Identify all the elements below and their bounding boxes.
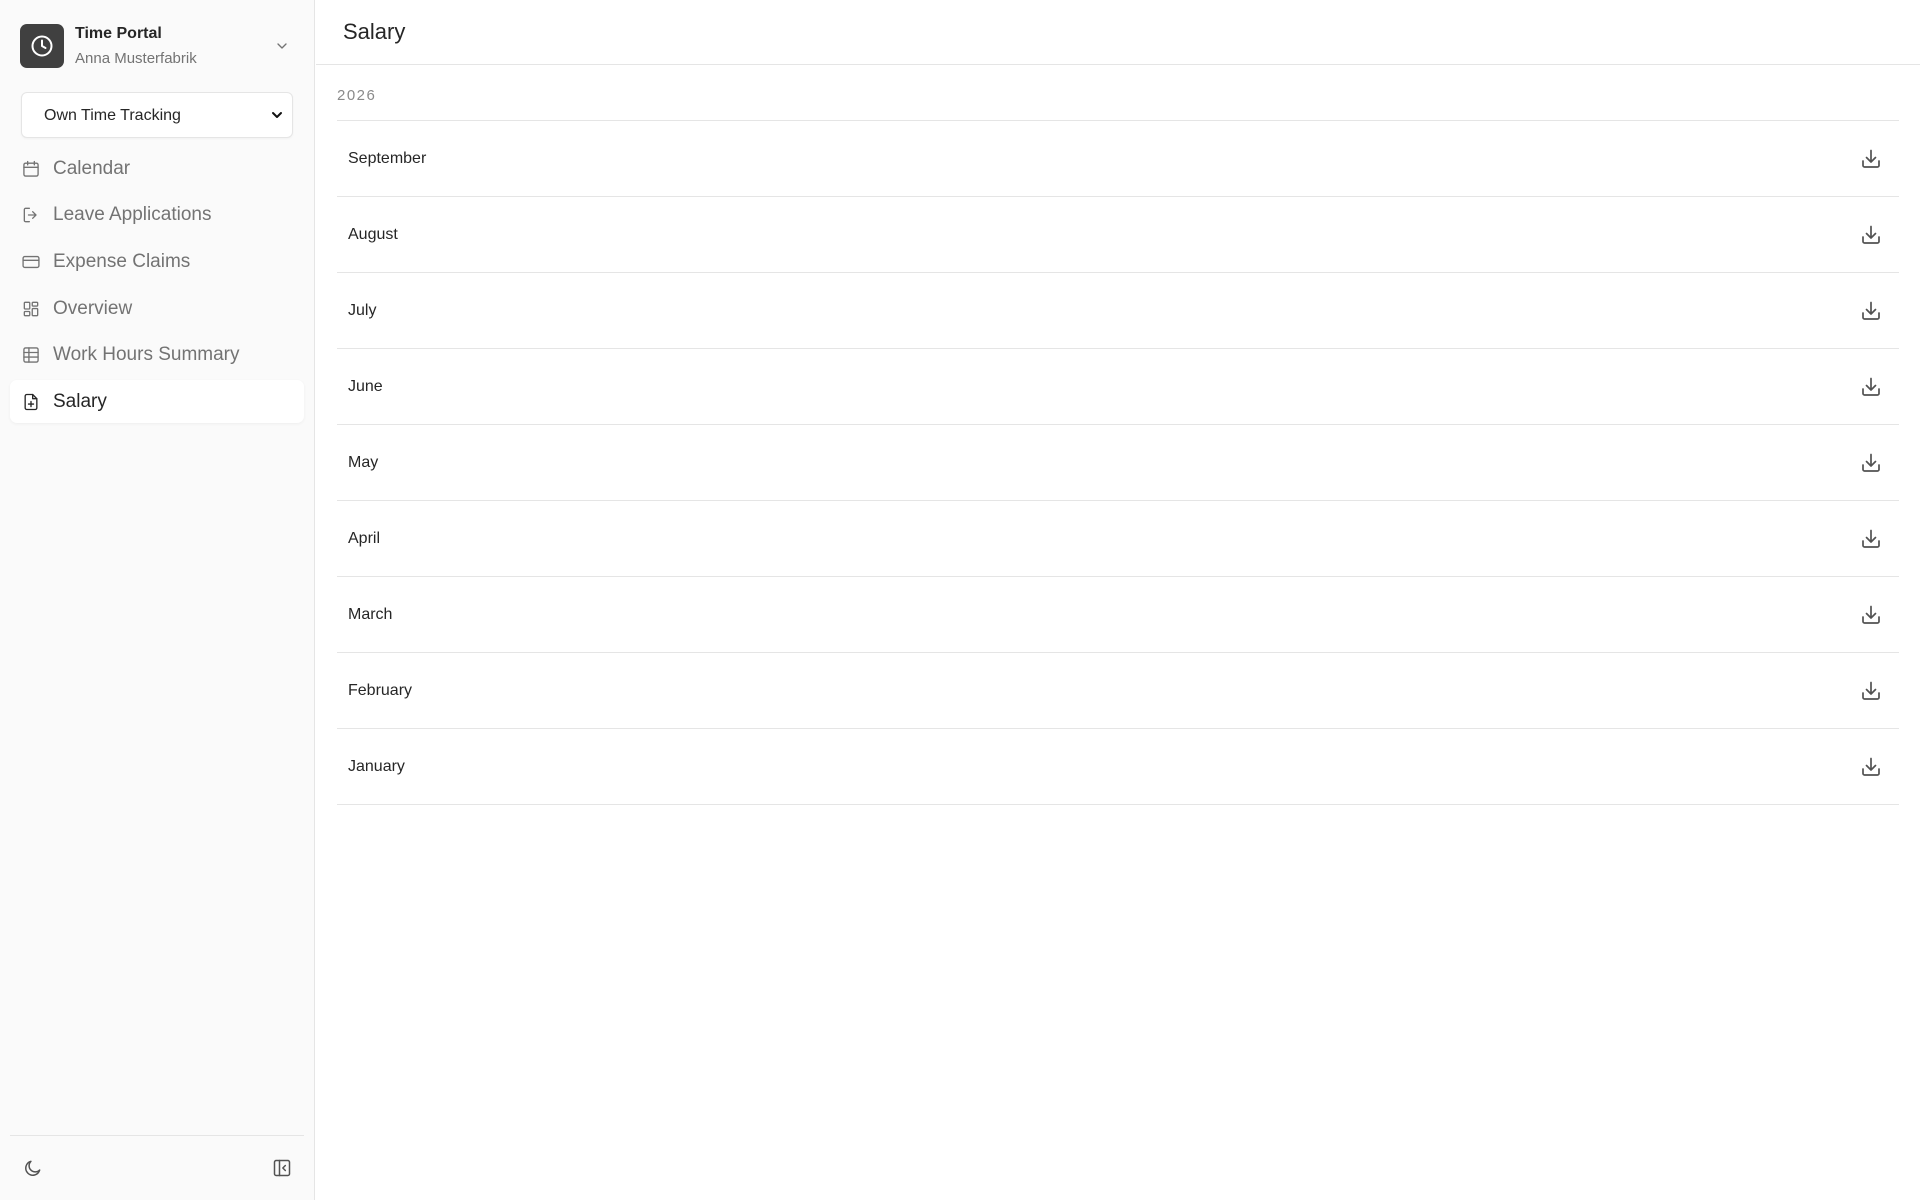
- month-label: June: [348, 377, 383, 395]
- sidebar-item-leave-applications[interactable]: Leave Applications: [10, 194, 304, 237]
- month-label: May: [348, 453, 379, 471]
- salary-list: 2026 September August July June May April Marc…: [337, 65, 1899, 805]
- month-label: August: [348, 225, 398, 243]
- sidebar: Time Portal Anna Musterfabrik Own Time T…: [0, 0, 315, 1200]
- sidebar-item-label: Expense Claims: [53, 250, 191, 272]
- sidebar-nav: Calendar Leave Applications Expense Claims…: [10, 147, 304, 427]
- month-label: July: [348, 301, 377, 319]
- tracking-mode-select[interactable]: Own Time Tracking: [21, 92, 293, 138]
- sidebar-collapse-icon[interactable]: [270, 1156, 294, 1180]
- salary-month-row: September: [337, 121, 1899, 197]
- sidebar-item-overview[interactable]: Overview: [10, 287, 304, 330]
- log-out-icon: [21, 205, 41, 225]
- salary-month-row: July: [337, 273, 1899, 349]
- sidebar-item-label: Leave Applications: [53, 204, 212, 226]
- download-icon[interactable]: [1855, 371, 1887, 403]
- month-label: February: [348, 681, 413, 699]
- salary-month-row: August: [337, 197, 1899, 273]
- moon-icon[interactable]: [21, 1156, 45, 1180]
- chevron-down-icon: [272, 36, 292, 56]
- sidebar-item-label: Work Hours Summary: [53, 344, 240, 366]
- sidebar-item-label: Calendar: [53, 157, 131, 179]
- download-icon[interactable]: [1855, 599, 1887, 631]
- file-plus-icon: [21, 392, 41, 412]
- app-title: Time Portal: [75, 24, 162, 42]
- app-user-name: Anna Musterfabrik: [75, 49, 197, 67]
- clock-icon: [20, 24, 64, 68]
- download-icon[interactable]: [1855, 447, 1887, 479]
- salary-month-row: January: [337, 729, 1899, 805]
- download-icon[interactable]: [1855, 295, 1887, 327]
- page-title: Salary: [343, 19, 406, 44]
- download-icon[interactable]: [1855, 675, 1887, 707]
- download-icon[interactable]: [1855, 219, 1887, 251]
- download-icon[interactable]: [1855, 143, 1887, 175]
- month-label: April: [348, 529, 381, 547]
- download-icon[interactable]: [1855, 751, 1887, 783]
- credit-card-icon: [21, 252, 41, 272]
- sidebar-item-salary[interactable]: Salary: [10, 380, 304, 424]
- app-titles: Time Portal Anna Musterfabrik: [75, 24, 272, 69]
- main-content: Salary 2026 September August July June May Ap…: [316, 0, 1920, 1200]
- year-heading: 2026: [337, 65, 1899, 121]
- month-rows: September August July June May April March Febr…: [337, 121, 1899, 805]
- salary-month-row: February: [337, 653, 1899, 729]
- table-icon: [21, 345, 41, 365]
- sidebar-item-work-hours-summary[interactable]: Work Hours Summary: [10, 334, 304, 377]
- salary-month-row: June: [337, 349, 1899, 425]
- calendar-icon: [21, 159, 41, 179]
- salary-month-row: March: [337, 577, 1899, 653]
- sidebar-footer: [10, 1135, 304, 1200]
- month-label: January: [348, 757, 405, 775]
- app-switcher[interactable]: Time Portal Anna Musterfabrik: [20, 22, 296, 70]
- sidebar-item-label: Overview: [53, 297, 133, 319]
- sidebar-item-label: Salary: [53, 390, 107, 412]
- download-icon[interactable]: [1855, 523, 1887, 555]
- tracking-mode-select-wrapper: Own Time Tracking: [21, 92, 293, 138]
- month-label: March: [348, 605, 393, 623]
- month-label: September: [348, 149, 427, 167]
- salary-month-row: April: [337, 501, 1899, 577]
- sidebar-item-expense-claims[interactable]: Expense Claims: [10, 240, 304, 283]
- dashboard-icon: [21, 299, 41, 319]
- salary-month-row: May: [337, 425, 1899, 501]
- page-header: Salary: [316, 0, 1920, 65]
- sidebar-item-calendar[interactable]: Calendar: [10, 147, 304, 190]
